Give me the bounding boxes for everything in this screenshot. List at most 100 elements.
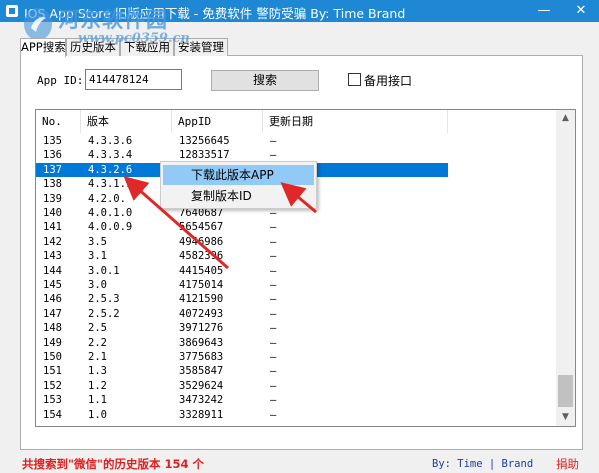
row-number-cell: 149 <box>43 336 62 349</box>
column-header-no[interactable]: No. <box>36 110 81 133</box>
table-row[interactable]: 149 2.2 3869643 — <box>36 336 448 350</box>
row-date-cell: — <box>270 351 277 363</box>
row-date-cell: — <box>270 336 277 349</box>
scroll-down-icon[interactable]: ▼ <box>556 409 575 426</box>
column-header-update-date[interactable]: 更新日期 <box>263 110 448 133</box>
table-row[interactable]: 152 1.2 3529624 — <box>36 379 448 393</box>
row-date-cell: — <box>270 379 277 392</box>
title-bar: IOS App Store 旧版应用下载 - 免费软件 警防受骗 By: Tim… <box>0 0 599 22</box>
app-id-input[interactable]: 414478124 <box>85 69 182 90</box>
row-number-cell: 136 <box>43 149 62 162</box>
table-row[interactable]: 144 3.0.1 4415405 — <box>36 264 448 278</box>
table-row[interactable]: 150 2.1 3775683 — <box>36 350 448 364</box>
minimize-button[interactable]: — <box>526 0 562 22</box>
row-number-cell: 141 <box>43 221 62 234</box>
table-row[interactable]: 154 1.0 3328911 — <box>36 408 448 422</box>
row-appid-cell: 4946986 <box>179 235 224 248</box>
version-list[interactable]: No. 版本 AppID 更新日期 135 4.3.3.6 13256645 — 136… <box>35 109 576 427</box>
row-date-cell: — <box>270 279 277 291</box>
row-version-cell: 4.3.3.4 <box>88 149 133 162</box>
backup-api-checkbox[interactable] <box>348 73 361 86</box>
row-appid-cell: 4072493 <box>179 307 224 320</box>
row-number-cell: 142 <box>43 235 62 248</box>
row-number-cell: 144 <box>43 264 62 277</box>
menu-item-download-version[interactable]: 下载此版本APP <box>163 165 314 185</box>
row-appid-cell: 4175014 <box>179 279 224 291</box>
row-number-cell: 153 <box>43 394 62 407</box>
window-title: IOS App Store 旧版应用下载 - 免费软件 警防受骗 By: Tim… <box>24 6 406 21</box>
row-version-cell: 4.3.2.6 <box>88 163 133 176</box>
scroll-up-icon[interactable]: ▲ <box>556 110 575 127</box>
row-appid-cell: 5654567 <box>179 221 224 234</box>
row-version-cell: 1.2 <box>88 379 107 392</box>
row-version-cell: 2.2 <box>88 336 107 349</box>
context-menu: 下载此版本APP 复制版本ID <box>160 161 317 209</box>
row-date-cell: — <box>270 394 277 407</box>
tab-download-app[interactable]: 下载应用 <box>120 38 174 56</box>
row-number-cell: 138 <box>43 178 62 191</box>
row-number-cell: 135 <box>43 135 62 147</box>
row-date-cell: — <box>270 264 277 277</box>
row-appid-cell: 3473242 <box>179 394 224 407</box>
row-number-cell: 154 <box>43 408 62 421</box>
row-date-cell: — <box>270 293 277 306</box>
row-version-cell: 1.3 <box>88 365 107 378</box>
row-date-cell: — <box>270 307 277 320</box>
table-row[interactable]: 141 4.0.0.9 5654567 — <box>36 220 448 234</box>
row-number-cell: 137 <box>43 163 62 176</box>
row-version-cell: 3.0.1 <box>88 264 120 277</box>
row-number-cell: 148 <box>43 322 62 335</box>
row-version-cell: 1.1 <box>88 394 107 407</box>
row-date-cell: — <box>270 235 277 248</box>
row-number-cell: 143 <box>43 250 62 263</box>
scrollbar-thumb[interactable] <box>558 375 573 407</box>
row-appid-cell: 3529624 <box>179 379 224 392</box>
row-date-cell: — <box>270 135 277 147</box>
table-row[interactable]: 153 1.1 3473242 — <box>36 393 448 407</box>
tab-app-search[interactable]: APP搜索 <box>20 38 66 57</box>
row-version-cell: 4.0.0.9 <box>88 221 133 234</box>
close-button[interactable]: ✕ <box>563 0 599 22</box>
row-number-cell: 152 <box>43 379 62 392</box>
column-header-appid[interactable]: AppID <box>172 110 263 133</box>
table-row[interactable]: 142 3.5 4946986 — <box>36 235 448 249</box>
row-version-cell: 4.3.3.6 <box>88 135 133 147</box>
row-number-cell: 145 <box>43 279 62 291</box>
row-version-cell: 4.3.1.1 <box>88 178 133 191</box>
search-result-count: 共搜索到"微信"的历史版本 154 个 <box>22 457 204 471</box>
row-version-cell: 2.1 <box>88 351 107 363</box>
tab-history-versions[interactable]: 历史版本 <box>66 38 120 56</box>
row-appid-cell: 3328911 <box>179 408 224 421</box>
row-number-cell: 146 <box>43 293 62 306</box>
app-id-label: App ID: <box>37 74 84 87</box>
table-row[interactable]: 145 3.0 4175014 — <box>36 278 448 292</box>
app-icon <box>6 5 18 17</box>
row-number-cell: 151 <box>43 365 62 378</box>
row-version-cell: 4.2.0. <box>88 192 126 205</box>
row-version-cell: 1.0 <box>88 408 107 421</box>
donate-link[interactable]: 捐助 <box>556 456 579 472</box>
row-version-cell: 2.5.3 <box>88 293 120 306</box>
table-row[interactable]: 135 4.3.3.6 13256645 — <box>36 134 448 148</box>
search-button[interactable]: 搜索 <box>211 70 319 91</box>
row-appid-cell: 3775683 <box>179 351 224 363</box>
row-date-cell: — <box>270 322 277 335</box>
row-date-cell: — <box>270 408 277 421</box>
author-credit: By: Time | Brand <box>432 458 534 470</box>
row-version-cell: 2.5 <box>88 322 107 335</box>
row-appid-cell: 4121590 <box>179 293 224 306</box>
row-version-cell: 3.0 <box>88 279 107 291</box>
row-number-cell: 140 <box>43 207 62 219</box>
row-appid-cell: 4582396 <box>179 250 224 263</box>
tab-install-manager[interactable]: 安装管理 <box>174 38 228 56</box>
row-appid-cell: 3585847 <box>179 365 224 378</box>
row-number-cell: 139 <box>43 192 62 205</box>
column-header-version[interactable]: 版本 <box>81 110 172 133</box>
menu-item-copy-version-id[interactable]: 复制版本ID <box>163 186 314 206</box>
table-row[interactable]: 148 2.5 3971276 — <box>36 321 448 335</box>
table-row[interactable]: 143 3.1 4582396 — <box>36 249 448 263</box>
table-row[interactable]: 146 2.5.3 4121590 — <box>36 292 448 306</box>
table-row[interactable]: 147 2.5.2 4072493 — <box>36 307 448 321</box>
table-row[interactable]: 151 1.3 3585847 — <box>36 364 448 378</box>
list-scrollbar[interactable]: ▲ ▼ <box>556 110 575 426</box>
